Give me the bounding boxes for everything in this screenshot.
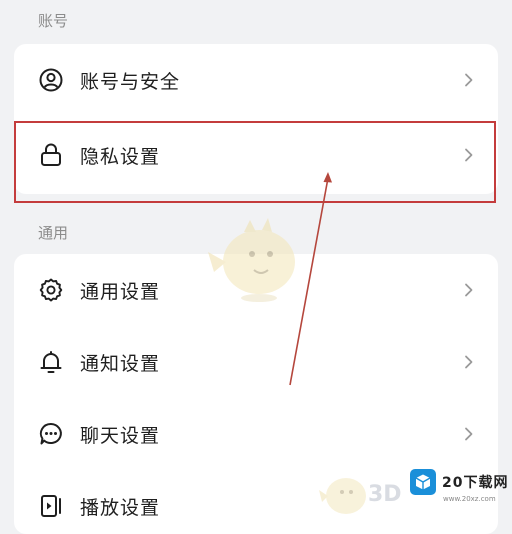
chevron-right-icon	[465, 73, 473, 87]
chevron-right-icon	[465, 283, 473, 297]
user-circle-icon	[39, 68, 63, 92]
settings-item-label: 通知设置	[80, 352, 161, 375]
section-label-account: 账号	[38, 12, 69, 30]
gear-icon	[39, 278, 63, 302]
site-brand-url: www.20xz.com	[443, 495, 496, 503]
site-watermark-badge: 20下载网	[410, 466, 510, 498]
cube-logo-icon	[410, 469, 436, 495]
play-device-icon	[41, 495, 61, 517]
settings-item-label: 播放设置	[80, 496, 161, 519]
bell-icon	[40, 351, 62, 373]
settings-item-label: 账号与安全	[80, 70, 181, 93]
settings-item-account-security[interactable]: 账号与安全	[14, 44, 498, 116]
settings-item-label: 聊天设置	[80, 424, 161, 447]
settings-item-notifications[interactable]: 通知设置	[14, 326, 498, 398]
chevron-right-icon	[465, 355, 473, 369]
chat-bubble-icon	[39, 422, 62, 445]
site-brand-name: 20下载网	[442, 475, 509, 491]
settings-item-label: 通用设置	[80, 280, 161, 303]
section-label-general: 通用	[38, 224, 69, 242]
watermark-3d-text: 3D	[368, 482, 402, 507]
settings-item-chat[interactable]: 聊天设置	[14, 398, 498, 470]
chevron-right-icon	[465, 427, 473, 441]
mascot-watermark	[208, 218, 295, 302]
privacy-highlight-box	[14, 121, 496, 203]
